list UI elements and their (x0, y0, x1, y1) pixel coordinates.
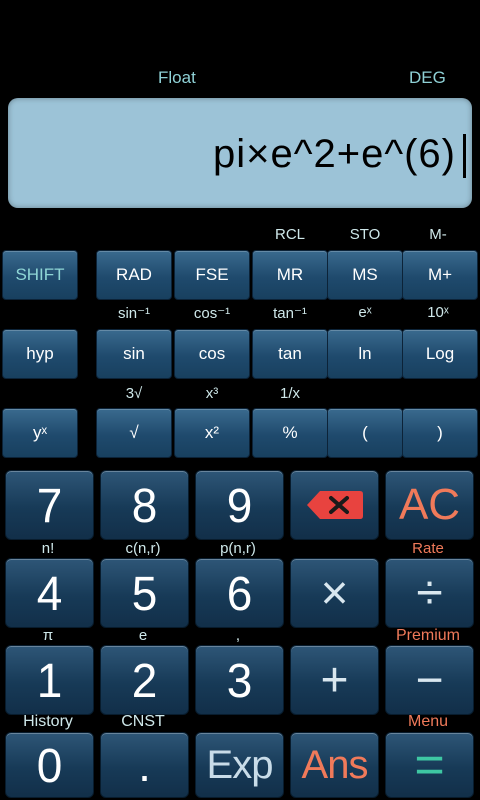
multiply-button[interactable]: × (290, 558, 379, 628)
digit-6-button[interactable]: 6 (195, 558, 284, 628)
digit-5-text: 5 (131, 565, 158, 621)
digit-0-button[interactable]: 0 (5, 732, 94, 798)
calculator-screen: Float DEG pi×e^2+e^(6) RCL STO M- SHIFT … (0, 0, 480, 800)
cube-root-label: 3√ (125, 385, 143, 402)
all-clear-button[interactable]: AC (385, 470, 474, 540)
euler-label: e (138, 627, 148, 644)
log-button[interactable]: Log (402, 329, 478, 379)
expression-text: pi×e^2+e^(6) (212, 132, 456, 176)
decimal-point-button[interactable]: . (100, 732, 189, 798)
shift-button[interactable]: SHIFT (2, 250, 78, 300)
angle-unit-label[interactable]: DEG (409, 68, 446, 88)
exp-e-label: eˣ (358, 304, 372, 321)
premium-label[interactable]: Premium (390, 627, 466, 645)
comma-label: , (235, 627, 241, 644)
digit-7-button[interactable]: 7 (5, 470, 94, 540)
close-paren-button[interactable]: ) (402, 408, 478, 458)
digit-1-button[interactable]: 1 (5, 645, 94, 715)
percent-button[interactable]: % (252, 408, 328, 458)
rad-button[interactable]: RAD (96, 250, 172, 300)
menu-label[interactable]: Menu (390, 713, 466, 731)
minus-button[interactable]: − (385, 645, 474, 715)
rcl-label: RCL (274, 226, 305, 243)
hyp-button[interactable]: hyp (2, 329, 78, 379)
ms-button[interactable]: MS (327, 250, 403, 300)
equals-button[interactable]: = (385, 732, 474, 798)
digit-7-text: 7 (36, 477, 63, 533)
fse-button[interactable]: FSE (174, 250, 250, 300)
backspace-icon (306, 489, 364, 521)
digit-2-button[interactable]: 2 (100, 645, 189, 715)
arccos-label: cos⁻¹ (193, 305, 231, 322)
constants-label[interactable]: CNST (105, 713, 181, 731)
digit-5-button[interactable]: 5 (100, 558, 189, 628)
divide-button[interactable]: ÷ (385, 558, 474, 628)
ln-button[interactable]: ln (327, 329, 403, 379)
digit-2-text: 2 (131, 652, 158, 708)
ans-button[interactable]: Ans (290, 732, 379, 798)
digit-0-text: 0 (36, 737, 63, 793)
combination-label: c(n,r) (125, 540, 161, 557)
pi-label: π (42, 627, 54, 644)
expression-display[interactable]: pi×e^2+e^(6) (8, 98, 472, 208)
text-cursor (463, 134, 466, 178)
mr-button[interactable]: MR (252, 250, 328, 300)
square-button[interactable]: x² (174, 408, 250, 458)
digit-8-text: 8 (131, 477, 158, 533)
digit-6-text: 6 (226, 565, 253, 621)
arctan-label: tan⁻¹ (273, 305, 307, 322)
power-button[interactable]: yˣ (2, 408, 78, 458)
tan-button[interactable]: tan (252, 329, 328, 379)
ten-power-label: 10ˣ (427, 304, 449, 321)
reciprocal-label: 1/x (279, 385, 300, 402)
digit-1-text: 1 (36, 652, 63, 708)
sqrt-button[interactable]: √ (96, 408, 172, 458)
digit-4-text: 4 (36, 565, 63, 621)
plus-button[interactable]: + (290, 645, 379, 715)
digit-9-text: 9 (226, 477, 253, 533)
history-label[interactable]: History (10, 713, 86, 731)
factorial-label: n! (41, 540, 55, 557)
delete-button[interactable] (290, 470, 379, 540)
float-mode-label[interactable]: Float (158, 68, 196, 88)
digit-3-text: 3 (226, 652, 253, 708)
m-plus-button[interactable]: M+ (402, 250, 478, 300)
digit-4-button[interactable]: 4 (5, 558, 94, 628)
cos-button[interactable]: cos (174, 329, 250, 379)
digit-8-button[interactable]: 8 (100, 470, 189, 540)
open-paren-button[interactable]: ( (327, 408, 403, 458)
rate-label[interactable]: Rate (390, 540, 466, 557)
exp-button[interactable]: Exp (195, 732, 284, 798)
cube-label: x³ (205, 385, 219, 402)
m-minus-label: M- (429, 226, 447, 243)
sin-button[interactable]: sin (96, 329, 172, 379)
digit-9-button[interactable]: 9 (195, 470, 284, 540)
permutation-label: p(n,r) (220, 540, 256, 557)
digit-3-button[interactable]: 3 (195, 645, 284, 715)
arcsin-label: sin⁻¹ (117, 305, 151, 322)
sto-label: STO (349, 226, 381, 243)
